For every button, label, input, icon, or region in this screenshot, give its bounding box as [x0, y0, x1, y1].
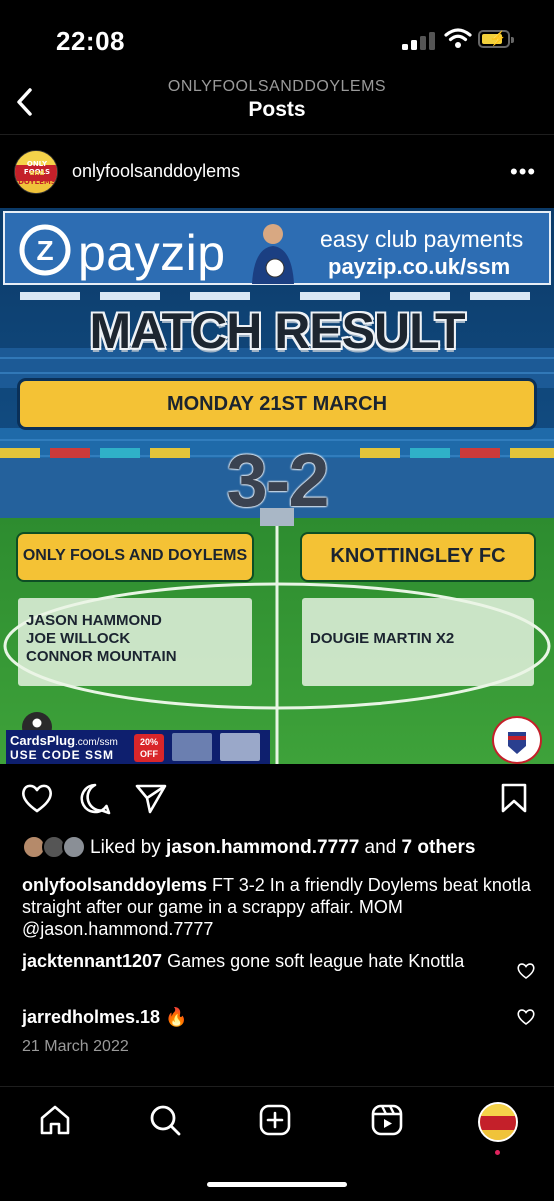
away-scorers: DOUGIE MARTIN X2 [302, 598, 534, 686]
status-time: 22:08 [56, 26, 125, 56]
comment-username[interactable]: jarredholmes.18 [22, 1007, 160, 1027]
comment-like-icon[interactable] [516, 962, 536, 980]
cardsplug-ad: CardsPlug.com/ssm USE CODE SSM 20% OFF [6, 730, 270, 764]
status-bar: 22:08 ⚡ [0, 0, 554, 80]
post-username[interactable]: onlyfoolsanddoylems [72, 161, 240, 182]
profile-avatar[interactable] [478, 1102, 518, 1142]
ad-brand: payzip [78, 225, 226, 281]
post-image[interactable]: Z payzip easy club payments payzip.co.uk… [0, 208, 554, 764]
home-team-box: ONLY FOOLS AND DOYLEMS [18, 534, 252, 580]
caption-username[interactable]: onlyfoolsanddoylems [22, 875, 207, 895]
date-banner: MONDAY 21ST MARCH [20, 381, 534, 427]
away-team-box: KNOTTINGLEY FC [302, 534, 534, 580]
comment-text: Games gone soft league hate Knottla [162, 951, 465, 971]
likes-user[interactable]: jason.hammond.7777 [166, 837, 359, 858]
avatar-text-mid: and [29, 169, 45, 177]
liker-avatar [62, 835, 86, 859]
comment: jacktennant1207 Games gone soft league h… [22, 950, 492, 972]
post-date: 21 March 2022 [22, 1038, 129, 1055]
match-heading: MATCH RESULT [89, 303, 466, 359]
match-score: 3-2 [226, 439, 330, 522]
likes-others[interactable]: 7 others [402, 837, 476, 858]
send-icon[interactable] [134, 782, 168, 814]
wifi-icon [444, 28, 472, 48]
comment: jarredholmes.18 🔥 [22, 1006, 492, 1028]
avatar-text-bottom: DOYLEMS [18, 178, 56, 186]
likes-middle: and [359, 837, 402, 858]
home-team-name: ONLY FOOLS AND DOYLEMS [22, 547, 248, 564]
svg-text:Z: Z [36, 235, 53, 266]
home-scorer: CONNOR MOUNTAIN [26, 648, 177, 665]
more-icon[interactable]: ••• [510, 161, 536, 183]
ad-tagline: easy club payments [320, 226, 524, 252]
battery-icon: ⚡ [478, 30, 514, 48]
likes-text: Liked by jason.hammond.7777 and 7 others [90, 837, 475, 859]
ad-url: payzip.co.uk/ssm [328, 254, 511, 279]
post-actions [0, 776, 554, 824]
page-header: ONLYFOOLSANDDOYLEMS Posts [0, 74, 554, 135]
reels-icon[interactable] [370, 1103, 404, 1137]
post-header: ONLY FOOLS and DOYLEMS onlyfoolsanddoyle… [0, 142, 554, 202]
comment-icon[interactable] [78, 782, 112, 816]
away-scorer: DOUGIE MARTIN X2 [310, 630, 455, 647]
ssm-badge [492, 716, 542, 764]
cellular-signal-icon [402, 30, 436, 50]
likes-row[interactable]: Liked by jason.hammond.7777 and 7 others [0, 832, 554, 862]
post-caption: onlyfoolsanddoylems FT 3-2 In a friendly… [22, 874, 542, 940]
create-icon[interactable] [258, 1103, 292, 1137]
home-indicator [207, 1182, 347, 1187]
avatar[interactable]: ONLY FOOLS and DOYLEMS [14, 150, 58, 194]
page-title: Posts [248, 98, 306, 121]
match-date: MONDAY 21ST MARCH [166, 393, 388, 415]
cards-discount-badge: 20% OFF [134, 734, 164, 762]
comment-like-icon[interactable] [516, 1008, 536, 1026]
bookmark-icon[interactable] [500, 782, 528, 814]
likes-prefix: Liked by [90, 837, 167, 858]
home-scorer: JOE WILLOCK [26, 630, 131, 647]
notification-dot [495, 1150, 500, 1155]
home-scorer: JASON HAMMOND [26, 612, 162, 629]
home-icon[interactable] [38, 1103, 72, 1137]
cards-code: USE CODE SSM [10, 748, 115, 762]
comment-text: 🔥 [160, 1007, 188, 1027]
cards-url: .com/ssm [75, 737, 118, 748]
search-icon[interactable] [148, 1103, 182, 1137]
away-team-name: KNOTTINGLEY FC [330, 545, 506, 567]
heart-icon[interactable] [20, 782, 54, 814]
comment-username[interactable]: jacktennant1207 [22, 951, 162, 971]
account-caption: ONLYFOOLSANDDOYLEMS [167, 78, 387, 95]
cards-brand: CardsPlug [10, 733, 76, 748]
home-scorers: JASON HAMMOND JOE WILLOCK CONNOR MOUNTAI… [18, 598, 252, 686]
